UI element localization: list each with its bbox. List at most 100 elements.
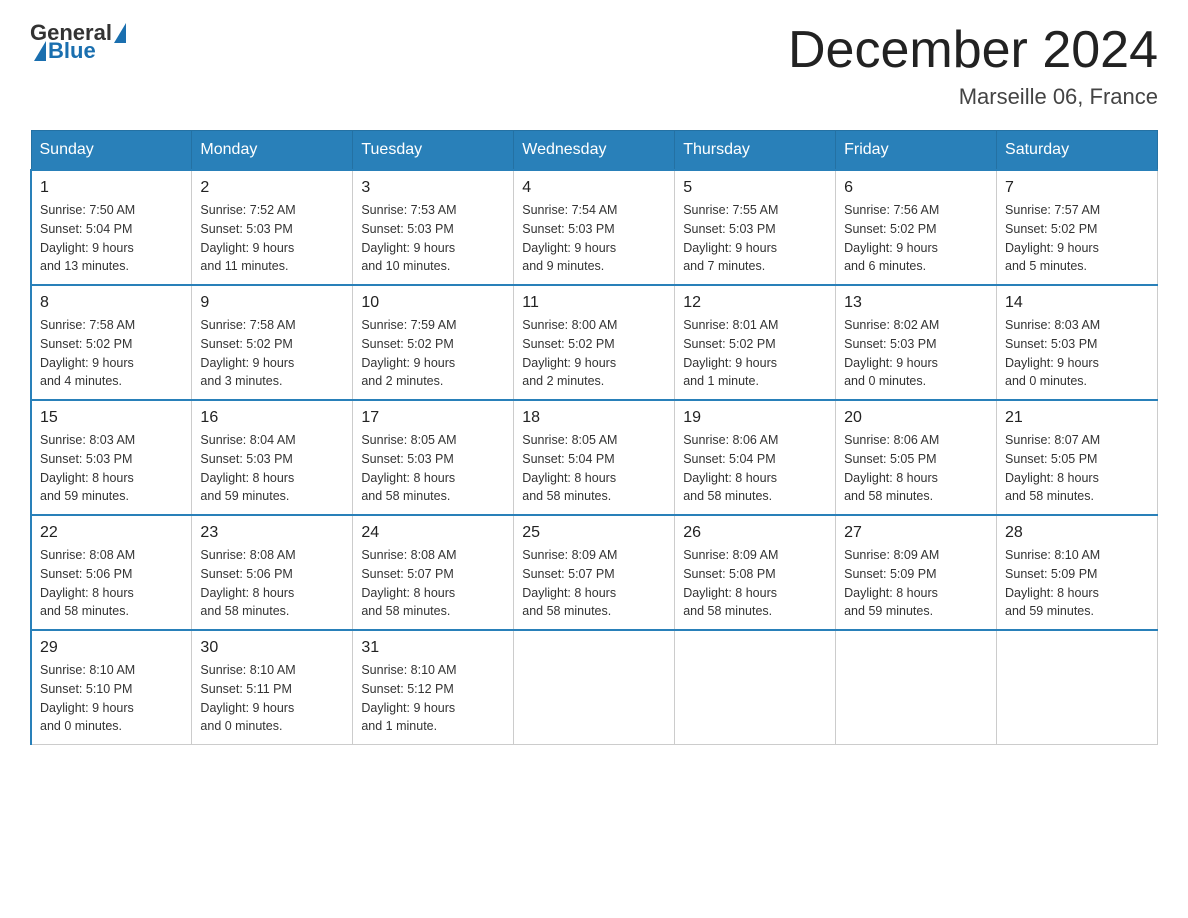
day-number: 11	[522, 294, 666, 312]
day-info: Sunrise: 7:52 AM Sunset: 5:03 PM Dayligh…	[200, 201, 344, 276]
day-info: Sunrise: 7:54 AM Sunset: 5:03 PM Dayligh…	[522, 201, 666, 276]
day-info: Sunrise: 7:55 AM Sunset: 5:03 PM Dayligh…	[683, 201, 827, 276]
day-cell: 3Sunrise: 7:53 AM Sunset: 5:03 PM Daylig…	[353, 170, 514, 285]
day-cell: 27Sunrise: 8:09 AM Sunset: 5:09 PM Dayli…	[836, 515, 997, 630]
week-row-5: 29 Sunrise: 8:10 AM Sunset: 5:10 PM Dayli…	[31, 630, 1158, 745]
day-info: Sunrise: 8:05 AM Sunset: 5:04 PM Dayligh…	[522, 431, 666, 506]
day-cell: 21 Sunrise: 8:07 AM Sunset: 5:05 PM Dayli…	[997, 400, 1158, 515]
logo: General Blue	[30, 20, 128, 64]
day-cell: 8 Sunrise: 7:58 AM Sunset: 5:02 PM Daylig…	[31, 285, 192, 400]
day-number: 20	[844, 409, 988, 427]
header-day-sunday: Sunday	[31, 131, 192, 171]
day-info: Sunrise: 8:03 AM Sunset: 5:03 PM Dayligh…	[1005, 316, 1149, 391]
day-info: Sunrise: 7:59 AM Sunset: 5:02 PM Dayligh…	[361, 316, 505, 391]
day-number: 5	[683, 179, 827, 197]
day-info: Sunrise: 8:05 AM Sunset: 5:03 PM Dayligh…	[361, 431, 505, 506]
day-number: 7	[1005, 179, 1149, 197]
day-number: 22	[40, 524, 183, 542]
day-number: 6	[844, 179, 988, 197]
day-info: Sunrise: 8:02 AM Sunset: 5:03 PM Dayligh…	[844, 316, 988, 391]
day-cell	[675, 630, 836, 745]
title-area: December 2024 Marseille 06, France	[788, 20, 1158, 110]
day-cell: 17 Sunrise: 8:05 AM Sunset: 5:03 PM Dayli…	[353, 400, 514, 515]
day-number: 17	[361, 409, 505, 427]
day-info: Sunrise: 8:07 AM Sunset: 5:05 PM Dayligh…	[1005, 431, 1149, 506]
day-cell: 15Sunrise: 8:03 AM Sunset: 5:03 PM Dayli…	[31, 400, 192, 515]
day-info: Sunrise: 8:09 AM Sunset: 5:07 PM Dayligh…	[522, 546, 666, 621]
day-cell: 28Sunrise: 8:10 AM Sunset: 5:09 PM Dayli…	[997, 515, 1158, 630]
day-cell: 13 Sunrise: 8:02 AM Sunset: 5:03 PM Dayli…	[836, 285, 997, 400]
day-info: Sunrise: 8:10 AM Sunset: 5:11 PM Dayligh…	[200, 661, 344, 736]
day-number: 18	[522, 409, 666, 427]
header-day-friday: Friday	[836, 131, 997, 171]
day-number: 23	[200, 524, 344, 542]
day-cell: 30 Sunrise: 8:10 AM Sunset: 5:11 PM Dayli…	[192, 630, 353, 745]
day-number: 12	[683, 294, 827, 312]
day-info: Sunrise: 8:06 AM Sunset: 5:05 PM Dayligh…	[844, 431, 988, 506]
day-number: 3	[361, 179, 505, 197]
day-number: 14	[1005, 294, 1149, 312]
day-info: Sunrise: 8:01 AM Sunset: 5:02 PM Dayligh…	[683, 316, 827, 391]
day-cell: 9 Sunrise: 7:58 AM Sunset: 5:02 PM Daylig…	[192, 285, 353, 400]
day-number: 4	[522, 179, 666, 197]
day-info: Sunrise: 7:58 AM Sunset: 5:02 PM Dayligh…	[40, 316, 183, 391]
day-cell: 6 Sunrise: 7:56 AM Sunset: 5:02 PM Daylig…	[836, 170, 997, 285]
day-cell: 14 Sunrise: 8:03 AM Sunset: 5:03 PM Dayli…	[997, 285, 1158, 400]
day-number: 28	[1005, 524, 1149, 542]
logo-triangle-icon	[114, 23, 126, 43]
day-cell: 24 Sunrise: 8:08 AM Sunset: 5:07 PM Dayli…	[353, 515, 514, 630]
day-cell: 12 Sunrise: 8:01 AM Sunset: 5:02 PM Dayli…	[675, 285, 836, 400]
day-cell: 2Sunrise: 7:52 AM Sunset: 5:03 PM Daylig…	[192, 170, 353, 285]
day-number: 21	[1005, 409, 1149, 427]
day-number: 31	[361, 639, 505, 657]
calendar-table: SundayMondayTuesdayWednesdayThursdayFrid…	[30, 130, 1158, 745]
day-info: Sunrise: 7:50 AM Sunset: 5:04 PM Dayligh…	[40, 201, 183, 276]
day-number: 16	[200, 409, 344, 427]
day-number: 10	[361, 294, 505, 312]
day-cell: 22 Sunrise: 8:08 AM Sunset: 5:06 PM Dayli…	[31, 515, 192, 630]
day-info: Sunrise: 8:09 AM Sunset: 5:09 PM Dayligh…	[844, 546, 988, 621]
day-info: Sunrise: 7:58 AM Sunset: 5:02 PM Dayligh…	[200, 316, 344, 391]
day-info: Sunrise: 8:04 AM Sunset: 5:03 PM Dayligh…	[200, 431, 344, 506]
day-cell: 26 Sunrise: 8:09 AM Sunset: 5:08 PM Dayli…	[675, 515, 836, 630]
day-number: 9	[200, 294, 344, 312]
week-row-4: 22 Sunrise: 8:08 AM Sunset: 5:06 PM Dayli…	[31, 515, 1158, 630]
day-info: Sunrise: 8:09 AM Sunset: 5:08 PM Dayligh…	[683, 546, 827, 621]
day-number: 13	[844, 294, 988, 312]
day-info: Sunrise: 8:10 AM Sunset: 5:10 PM Dayligh…	[40, 661, 183, 736]
day-info: Sunrise: 8:06 AM Sunset: 5:04 PM Dayligh…	[683, 431, 827, 506]
calendar-subtitle: Marseille 06, France	[788, 84, 1158, 110]
day-number: 30	[200, 639, 344, 657]
day-info: Sunrise: 8:08 AM Sunset: 5:07 PM Dayligh…	[361, 546, 505, 621]
day-cell: 16 Sunrise: 8:04 AM Sunset: 5:03 PM Dayli…	[192, 400, 353, 515]
day-cell	[514, 630, 675, 745]
week-row-1: 1Sunrise: 7:50 AM Sunset: 5:04 PM Daylig…	[31, 170, 1158, 285]
day-info: Sunrise: 8:03 AM Sunset: 5:03 PM Dayligh…	[40, 431, 183, 506]
week-row-3: 15Sunrise: 8:03 AM Sunset: 5:03 PM Dayli…	[31, 400, 1158, 515]
day-cell: 1Sunrise: 7:50 AM Sunset: 5:04 PM Daylig…	[31, 170, 192, 285]
day-cell: 4 Sunrise: 7:54 AM Sunset: 5:03 PM Daylig…	[514, 170, 675, 285]
header-day-saturday: Saturday	[997, 131, 1158, 171]
page-header: General Blue December 2024 Marseille 06,…	[30, 20, 1158, 110]
day-number: 25	[522, 524, 666, 542]
logo-triangle-icon2	[34, 41, 46, 61]
day-cell: 25 Sunrise: 8:09 AM Sunset: 5:07 PM Dayli…	[514, 515, 675, 630]
day-info: Sunrise: 8:10 AM Sunset: 5:12 PM Dayligh…	[361, 661, 505, 736]
day-info: Sunrise: 8:00 AM Sunset: 5:02 PM Dayligh…	[522, 316, 666, 391]
day-number: 19	[683, 409, 827, 427]
day-info: Sunrise: 7:56 AM Sunset: 5:02 PM Dayligh…	[844, 201, 988, 276]
day-number: 24	[361, 524, 505, 542]
day-info: Sunrise: 8:08 AM Sunset: 5:06 PM Dayligh…	[40, 546, 183, 621]
day-cell: 10 Sunrise: 7:59 AM Sunset: 5:02 PM Dayli…	[353, 285, 514, 400]
day-number: 8	[40, 294, 183, 312]
header-day-thursday: Thursday	[675, 131, 836, 171]
day-cell: 11 Sunrise: 8:00 AM Sunset: 5:02 PM Dayli…	[514, 285, 675, 400]
day-cell	[997, 630, 1158, 745]
day-cell: 23Sunrise: 8:08 AM Sunset: 5:06 PM Dayli…	[192, 515, 353, 630]
header-day-monday: Monday	[192, 131, 353, 171]
day-number: 29	[40, 639, 183, 657]
header-day-tuesday: Tuesday	[353, 131, 514, 171]
day-cell: 29 Sunrise: 8:10 AM Sunset: 5:10 PM Dayli…	[31, 630, 192, 745]
day-number: 26	[683, 524, 827, 542]
calendar-title: December 2024	[788, 20, 1158, 80]
